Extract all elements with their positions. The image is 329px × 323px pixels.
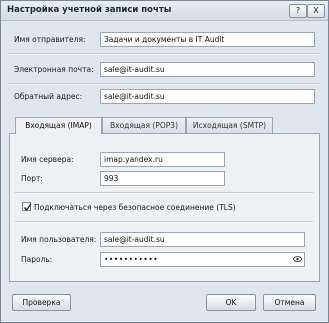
help-button[interactable]: ?	[289, 4, 307, 18]
tab-incoming-pop3[interactable]: Входящая (POP3)	[102, 117, 186, 133]
title-bar[interactable]: Настройка учетной записи почты ? X	[1, 1, 328, 21]
eye-icon[interactable]	[293, 255, 302, 263]
divider	[15, 221, 313, 223]
username-label: Имя пользователя:	[21, 235, 97, 244]
tab-incoming-imap[interactable]: Входящая (IMAP)	[15, 117, 102, 134]
dialog-title: Настройка учетной записи почты	[7, 5, 172, 15]
password-value: •••••••••••	[104, 255, 159, 264]
password-label: Пароль:	[21, 255, 53, 264]
email-field[interactable]: sale@it-audit.su	[100, 62, 315, 77]
port-field[interactable]: 993	[100, 171, 225, 186]
port-label: Порт:	[21, 174, 43, 183]
tls-checkbox[interactable]	[22, 202, 32, 212]
reply-address-field[interactable]: sale@it-audit.su	[100, 89, 315, 104]
check-button[interactable]: Проверка	[12, 294, 71, 311]
password-field[interactable]: •••••••••••	[100, 252, 305, 267]
sender-name-field[interactable]: Задачи и документы в IT Audit	[100, 32, 315, 47]
tab-outgoing-smtp[interactable]: Исходящая (SMTP)	[186, 117, 273, 133]
sender-name-label: Имя отправителя:	[14, 35, 86, 44]
email-label: Электронная почта:	[14, 65, 94, 74]
divider	[15, 192, 313, 194]
checkmark-icon	[23, 203, 32, 212]
cancel-button[interactable]: Отмена	[263, 294, 316, 311]
divider	[8, 53, 321, 55]
server-name-label: Имя сервера:	[21, 155, 74, 164]
tls-label: Подключаться через безопасное соединение…	[34, 203, 236, 212]
divider	[8, 83, 321, 85]
mail-account-settings-dialog: Настройка учетной записи почты ? X Имя о…	[0, 0, 329, 323]
ok-button[interactable]: OK	[206, 294, 256, 311]
reply-address-label: Обратный адрес:	[14, 92, 83, 101]
close-button[interactable]: X	[307, 4, 325, 18]
server-name-field[interactable]: imap.yandex.ru	[100, 152, 225, 167]
username-field[interactable]: sale@it-audit.su	[100, 232, 305, 247]
